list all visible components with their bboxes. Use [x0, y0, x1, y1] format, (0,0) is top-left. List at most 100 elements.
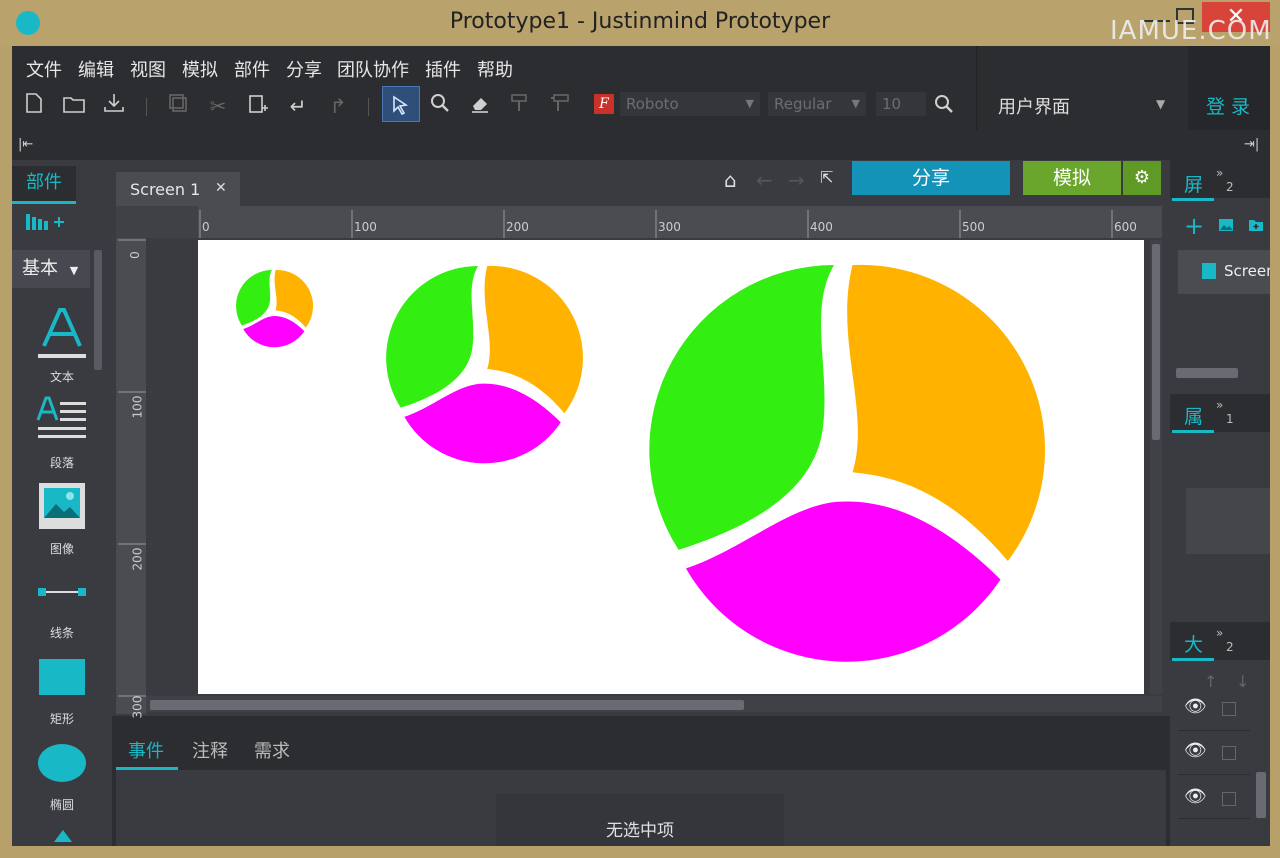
menu-simulate[interactable]: 模拟	[182, 56, 218, 82]
widget-ellipse[interactable]: 椭圆	[12, 742, 112, 812]
chevron-down-icon[interactable]: ▼	[1156, 97, 1165, 111]
tab-screens[interactable]: 屏	[1184, 170, 1203, 197]
download-icon[interactable]	[100, 92, 128, 120]
medium-logo[interactable]	[386, 265, 583, 464]
menu-bar: 文件 编辑 视图 模拟 部件 分享 团队协作 插件 帮助	[12, 46, 974, 86]
design-canvas[interactable]	[198, 240, 1144, 694]
widget-paragraph[interactable]: 段落	[12, 396, 112, 470]
copy-icon[interactable]	[164, 92, 192, 120]
format-painter-icon[interactable]	[506, 92, 534, 120]
menu-file[interactable]: 文件	[26, 56, 62, 82]
menu-teamwork[interactable]: 团队协作	[337, 56, 409, 82]
widget-text[interactable]: 文本	[12, 306, 112, 384]
ruler-corner	[116, 206, 198, 238]
widget-line[interactable]: 线条	[12, 584, 112, 640]
layers-scrollbar[interactable]	[1256, 772, 1266, 818]
forward-arrow-icon[interactable]: →	[788, 168, 805, 192]
ruler-label: 200	[506, 220, 529, 234]
widget-label: 矩形	[49, 712, 74, 726]
add-screen-icon[interactable]: +	[1184, 212, 1204, 240]
eye-icon[interactable]: 👁	[1184, 786, 1207, 807]
tab-requirements[interactable]: 需求	[254, 737, 290, 763]
expand-icon[interactable]: »	[1216, 398, 1223, 412]
font-size-select[interactable]: 10	[876, 92, 926, 116]
active-tab-underline	[1172, 430, 1214, 433]
login-button[interactable]: 登录	[1206, 92, 1256, 119]
gear-icon[interactable]: ⚙	[1123, 161, 1161, 195]
add-library-icon[interactable]	[26, 212, 66, 237]
widget-label: 线条	[49, 626, 74, 640]
properties-count: 1	[1226, 412, 1234, 426]
redo-icon[interactable]: ↱	[324, 92, 352, 120]
tab-events[interactable]: 事件	[128, 737, 164, 763]
lock-checkbox[interactable]	[1222, 792, 1236, 806]
active-tab-underline	[116, 767, 178, 770]
menu-edit[interactable]: 编辑	[78, 56, 114, 82]
menu-widgets[interactable]: 部件	[234, 56, 270, 82]
scrollbar-thumb[interactable]	[150, 700, 744, 710]
expand-icon[interactable]: »	[1216, 626, 1223, 640]
chevron-down-icon: ▼	[851, 97, 860, 110]
tab-properties[interactable]: 属	[1184, 402, 1203, 429]
screen-icon	[1202, 263, 1216, 279]
collapse-left-icon[interactable]: |⇤	[18, 137, 33, 152]
library-select[interactable]: 基本 ▼	[12, 250, 90, 288]
menu-plugins[interactable]: 插件	[425, 56, 461, 82]
menu-help[interactable]: 帮助	[477, 56, 513, 82]
ruler-label: 300	[658, 220, 681, 234]
search-icon[interactable]	[934, 94, 954, 118]
share-button[interactable]: 分享	[852, 161, 1010, 195]
eraser-icon[interactable]	[466, 92, 494, 120]
widget-label: 图像	[49, 542, 74, 556]
image-icon[interactable]	[1218, 218, 1234, 232]
ui-mode-select[interactable]: 用户界面	[998, 93, 1070, 119]
style-painter-icon[interactable]	[546, 92, 574, 120]
text-widget-icon	[38, 308, 86, 358]
font-style-select[interactable]: Regular ▼	[768, 92, 866, 116]
lock-checkbox[interactable]	[1222, 746, 1236, 760]
paste-icon[interactable]	[244, 92, 272, 120]
screens-scrollbar[interactable]	[1176, 368, 1238, 378]
cut-icon[interactable]: ✂	[204, 92, 232, 120]
select-tool-icon[interactable]	[382, 86, 420, 122]
paragraph-widget-icon	[36, 396, 86, 438]
ruler-ticks	[118, 239, 146, 697]
ruler-label: 0	[202, 220, 210, 234]
font-family-select[interactable]: Roboto ▼	[620, 92, 760, 116]
tab-widgets[interactable]: 部件	[12, 166, 76, 204]
lock-checkbox[interactable]	[1222, 702, 1236, 716]
new-file-icon[interactable]	[20, 92, 48, 120]
scrollbar-thumb[interactable]	[1152, 244, 1160, 440]
tab-comments[interactable]: 注释	[192, 737, 228, 763]
widget-rectangle[interactable]: 矩形	[12, 658, 112, 726]
ruler-label: 500	[962, 220, 985, 234]
collapse-right-icon[interactable]: ⇥|	[1244, 137, 1259, 152]
chevron-down-icon: ▼	[69, 264, 79, 277]
menu-share[interactable]: 分享	[286, 56, 322, 82]
widget-image[interactable]: 图像	[12, 482, 112, 556]
font-size-value: 10	[882, 95, 902, 113]
zoom-icon[interactable]	[426, 92, 454, 120]
undo-icon[interactable]: ↵	[284, 92, 312, 120]
active-tab-underline	[1172, 198, 1214, 201]
screens-count: 2	[1226, 180, 1234, 194]
home-icon[interactable]: ⌂	[724, 168, 737, 192]
close-icon[interactable]: ✕	[215, 180, 227, 196]
tab-outline[interactable]: 大	[1184, 630, 1203, 657]
ruler-label: 600	[1114, 220, 1137, 234]
ruler-vertical: 0 100 200 300	[116, 238, 146, 718]
open-folder-icon[interactable]	[60, 92, 88, 120]
small-logo[interactable]	[236, 269, 314, 348]
menu-view[interactable]: 视图	[130, 56, 166, 82]
back-arrow-icon[interactable]: ←	[756, 168, 773, 192]
expand-icon[interactable]: »	[1216, 166, 1223, 180]
triangle-widget-icon[interactable]	[54, 830, 72, 842]
ruler-label: 300	[130, 695, 145, 719]
large-logo[interactable]	[649, 264, 1046, 662]
eye-icon[interactable]: 👁	[1184, 740, 1207, 761]
font-icon: F	[594, 94, 614, 114]
expand-icon[interactable]: ⇱	[820, 168, 833, 187]
add-folder-icon[interactable]	[1248, 218, 1264, 232]
simulate-button[interactable]: 模拟	[1023, 161, 1121, 195]
eye-icon[interactable]: 👁	[1184, 696, 1207, 717]
